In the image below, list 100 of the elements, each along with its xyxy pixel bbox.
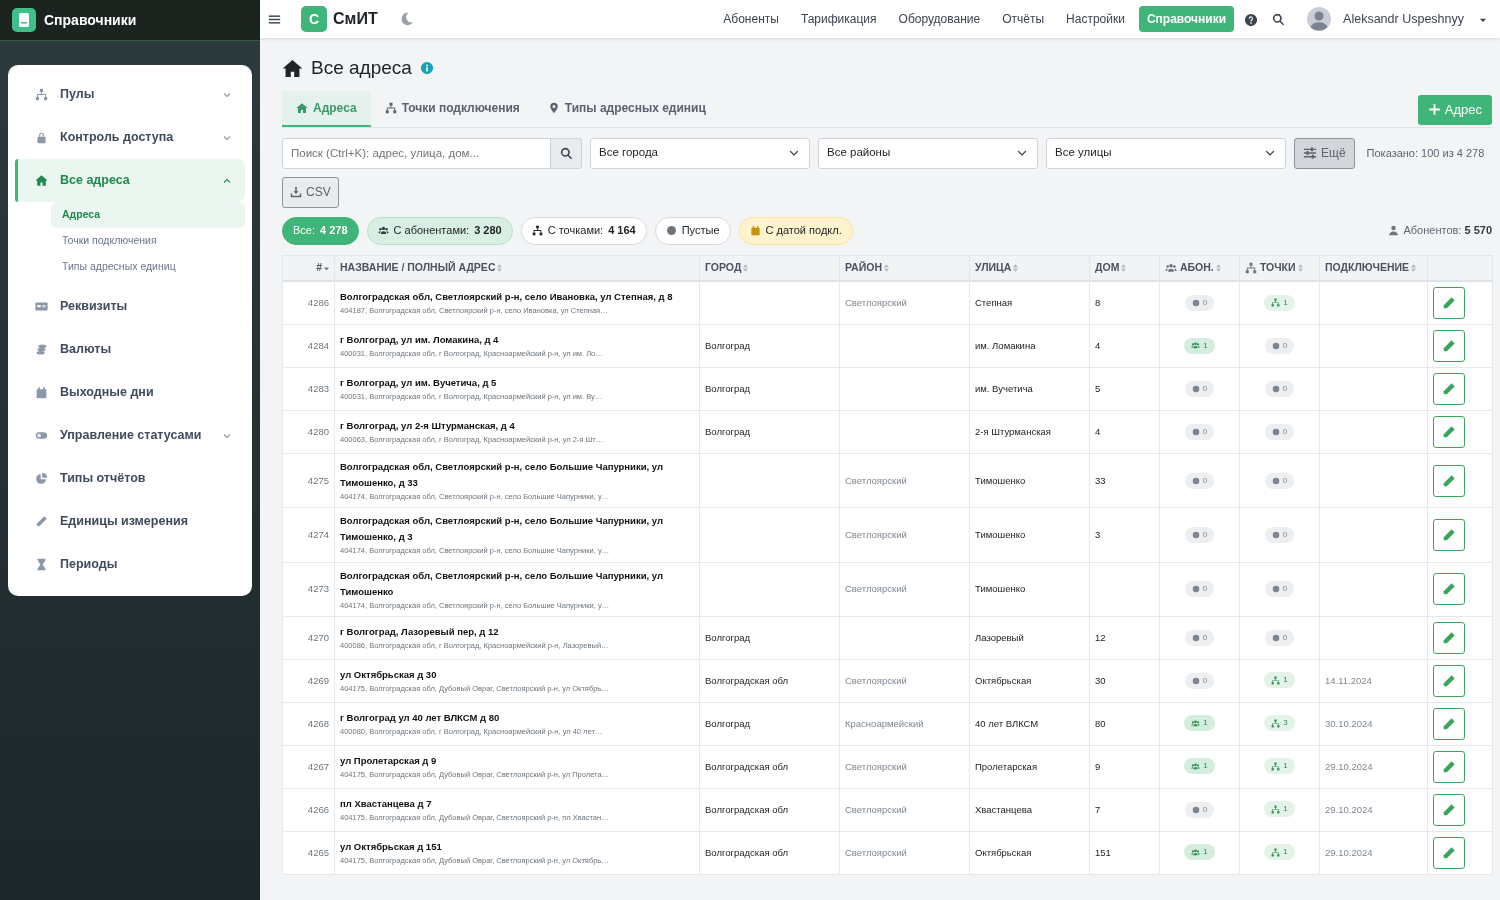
table-cell: Степная	[969, 281, 1090, 325]
pencil-icon	[1442, 527, 1456, 542]
column-header[interactable]: УЛИЦА	[969, 255, 1090, 281]
column-header[interactable]: #	[282, 255, 335, 281]
sidebar-item[interactable]: Управление статусами	[15, 414, 245, 458]
table-cell: Волгоград	[699, 702, 840, 746]
table-cell: Волгоградская обл	[699, 745, 840, 789]
address-name: г Волгоград, Лазоревый пер, д 12	[340, 625, 500, 640]
table-cell: 2-я Штурманская	[969, 410, 1090, 454]
filter-chip[interactable]: Пустые	[654, 216, 731, 245]
network-icon	[1271, 761, 1281, 771]
sidebar-subitem[interactable]: Адреса	[51, 202, 245, 228]
table-cell: 29.10.2024	[1319, 831, 1428, 875]
edit-button[interactable]	[1433, 464, 1465, 497]
table-cell: Тимошенко	[969, 453, 1090, 508]
csv-export-button[interactable]: CSV	[282, 176, 339, 208]
table-cell: 151	[1089, 831, 1160, 875]
table-cell: 9	[1089, 745, 1160, 789]
sidebar-item[interactable]: Периоды	[15, 543, 245, 587]
sidebar-item[interactable]: Валюты	[15, 328, 245, 372]
sidebar-item[interactable]: Пулы	[15, 73, 245, 116]
count-badge: 1	[1264, 672, 1295, 689]
dot-icon	[1191, 530, 1200, 539]
filter-chip[interactable]: С точками: 4 164	[520, 216, 647, 245]
filter-dropdown[interactable]: Все города	[590, 137, 810, 169]
edit-button[interactable]	[1433, 750, 1465, 783]
network-icon	[1271, 847, 1281, 857]
count-badge: 0	[1184, 672, 1215, 689]
table-cell: 29.10.2024	[1319, 788, 1428, 832]
column-header[interactable]: ДОМ	[1089, 255, 1160, 281]
nav-link[interactable]: Оборудование	[890, 6, 989, 32]
column-header[interactable]: ТОЧКИ	[1239, 255, 1320, 281]
count-badge: 0	[1264, 629, 1295, 646]
column-header[interactable]: ПОДКЛЮЧЕНИЕ	[1319, 255, 1428, 281]
table-cell: 4275	[282, 453, 335, 508]
avatar[interactable]	[1307, 7, 1332, 31]
tab[interactable]: Типы адресных единиц	[533, 90, 720, 127]
edit-button[interactable]	[1433, 373, 1465, 405]
network-icon	[531, 225, 543, 236]
filter-chip[interactable]: С датой подкл.	[738, 216, 853, 245]
sidebar-item[interactable]: Все адреса	[15, 159, 245, 202]
edit-button[interactable]	[1433, 287, 1465, 319]
search-button[interactable]	[551, 137, 582, 169]
table-cell: Светлоярский	[839, 745, 970, 789]
nav-link[interactable]: Настройки	[1058, 6, 1133, 32]
sidebar-subitem[interactable]: Типы адресных единиц	[51, 253, 245, 280]
edit-button[interactable]	[1433, 573, 1465, 606]
column-header[interactable]: РАЙОН	[839, 255, 970, 281]
sidebar-item[interactable]: Реквизиты	[15, 285, 245, 329]
chevron-down-icon	[1017, 148, 1027, 158]
filter-dropdown[interactable]: Все районы	[818, 137, 1038, 169]
sort-icon	[1121, 264, 1127, 273]
sort-icon	[883, 264, 889, 273]
id-card-icon	[35, 300, 48, 314]
dot-icon	[1271, 341, 1280, 350]
edit-button[interactable]	[1433, 793, 1465, 826]
table-cell: Светлоярский	[839, 788, 970, 832]
nav-link[interactable]: Тарификация	[792, 6, 885, 32]
users-icon	[1191, 761, 1201, 771]
users-icon	[1191, 718, 1201, 728]
dot-icon	[1271, 476, 1280, 485]
table-cell: 4283	[282, 367, 335, 411]
edit-button[interactable]	[1433, 330, 1465, 362]
table-cell: Волгоградская обл	[699, 788, 840, 832]
edit-button[interactable]	[1433, 621, 1465, 654]
nav-link[interactable]: Абоненты	[715, 6, 787, 32]
sidebar-item[interactable]: Выходные дни	[15, 371, 245, 415]
edit-button[interactable]	[1433, 836, 1465, 869]
count-badge: 0	[1184, 801, 1215, 818]
sort-icon	[497, 264, 503, 273]
more-filters-button[interactable]: Ещё	[1294, 137, 1355, 169]
table-cell: 4273	[282, 562, 335, 617]
edit-button[interactable]	[1433, 707, 1465, 740]
user-name[interactable]: Aleksandr Uspeshnyy	[1343, 9, 1464, 29]
column-header[interactable]: НАЗВАНИЕ / ПОЛНЫЙ АДРЕС	[334, 255, 700, 281]
filter-chip[interactable]: С абонентами: 3 280	[366, 216, 513, 245]
count-badge: 1	[1184, 337, 1215, 354]
search-field[interactable]: Поиск (Ctrl+K): адрес, улица, дом...	[282, 137, 551, 169]
sidebar-item[interactable]: Типы отчётов	[15, 457, 245, 501]
address-name: г Волгоград, ул им. Ломакина, д 4	[340, 333, 500, 348]
sidebar-item[interactable]: Единицы измерения	[15, 500, 245, 544]
sidebar-item[interactable]: Контроль доступа	[15, 116, 245, 159]
tab[interactable]: Точки подключения	[370, 90, 534, 127]
subscribers-total: Абонентов: 5 570	[1403, 223, 1492, 239]
page-title: Все адреса	[311, 56, 412, 80]
edit-button[interactable]	[1433, 664, 1465, 697]
edit-button[interactable]	[1433, 416, 1465, 448]
table-cell: 4270	[282, 616, 335, 660]
column-header[interactable]: АБОН.	[1159, 255, 1240, 281]
pencil-icon	[1442, 425, 1456, 439]
edit-button[interactable]	[1433, 518, 1465, 551]
table-cell: Светлоярский	[839, 453, 970, 508]
filter-dropdown[interactable]: Все улицы	[1046, 137, 1286, 169]
table-cell: Тимошенко	[969, 562, 1090, 617]
count-badge: 3	[1264, 715, 1295, 732]
sidebar-subitem[interactable]: Точки подключения	[51, 227, 245, 254]
nav-link[interactable]: Отчёты	[994, 6, 1053, 32]
column-header[interactable]: ГОРОД	[699, 255, 840, 281]
sort-icon	[1013, 264, 1019, 273]
count-badge: 0	[1264, 526, 1295, 543]
